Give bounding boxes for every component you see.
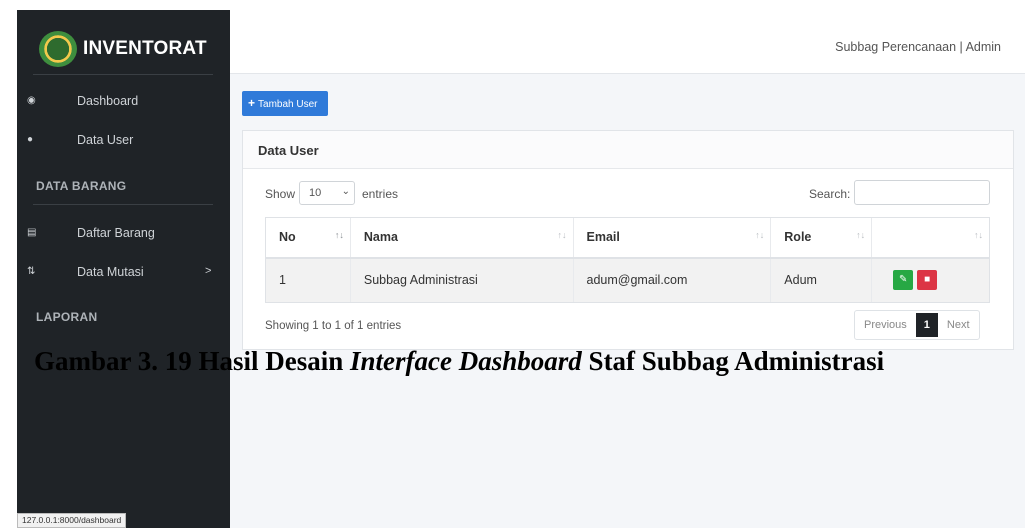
add-user-label: Tambah User: [258, 99, 318, 110]
cell-no: 1: [265, 257, 351, 303]
card-title: Data User: [258, 143, 319, 158]
user-menu[interactable]: Subbag Perencanaan | Admin: [835, 40, 1001, 54]
chevron-down-icon: ⌄: [341, 186, 350, 197]
entries-label: entries: [362, 187, 399, 201]
sidebar-item-label: Data Mutasi: [77, 265, 144, 279]
show-label: Show: [265, 187, 296, 201]
divider: [33, 74, 213, 75]
add-user-button[interactable]: + Tambah User: [242, 91, 328, 116]
divider: [33, 204, 213, 205]
sort-icon: ↑↓: [557, 230, 567, 240]
app-title: INVENTORAT: [83, 38, 207, 59]
figure-caption: Gambar 3. 19 Hasil Desain Interface Dash…: [34, 346, 885, 376]
edit-icon[interactable]: ✎: [893, 270, 914, 291]
sidebar-item-daftar-barang[interactable]: ▤ Daftar Barang: [17, 219, 230, 249]
plus-icon: +: [248, 96, 256, 110]
logo-icon: [39, 31, 77, 67]
pagination: Previous 1 Next: [854, 310, 980, 340]
entries-select[interactable]: 10 ⌄: [299, 181, 355, 205]
topbar: Subbag Perencanaan | Admin: [230, 10, 1025, 74]
dashboard-icon: ◉: [27, 95, 36, 106]
sort-icon: ↑↓: [334, 230, 344, 240]
sidebar-item-label: Dashboard: [77, 94, 139, 108]
delete-icon[interactable]: ■: [917, 270, 938, 291]
entries-select-value: 10: [309, 187, 322, 199]
list-icon: ▤: [27, 227, 37, 238]
status-bar-url: 127.0.0.1:8000/dashboard: [17, 513, 127, 528]
search-label: Search:: [809, 187, 851, 201]
chevron-right-icon: >: [205, 265, 212, 277]
sidebar-item-data-mutasi[interactable]: ⇅ Data Mutasi >: [17, 258, 230, 288]
sort-icon: ↑↓: [755, 230, 765, 240]
section-heading-data-barang: DATA BARANG: [36, 179, 127, 193]
table-row: 1 Subbag Administrasi adum@gmail.com Adu…: [265, 257, 990, 303]
sort-icon: ↑↓: [974, 230, 983, 240]
table-header-row: No ↑↓ Nama ↑↓ Email ↑↓ Role ↑↓ ↑↓: [265, 217, 990, 259]
transfer-icon: ⇅: [27, 266, 36, 277]
sort-icon: ↑↓: [856, 230, 866, 240]
cell-email: adum@gmail.com: [572, 257, 771, 303]
table-info: Showing 1 to 1 of 1 entries: [265, 320, 402, 332]
sidebar-item-data-user[interactable]: ● Data User: [17, 126, 230, 156]
user-icon: ●: [27, 134, 34, 145]
sidebar-item-label: Daftar Barang: [77, 226, 155, 240]
sidebar: INVENTORAT ◉ Dashboard ● Data User DATA …: [17, 10, 230, 528]
cell-actions: ✎ ■: [871, 257, 990, 303]
column-header-actions[interactable]: ↑↓: [871, 217, 990, 259]
column-header-nama[interactable]: Nama ↑↓: [349, 217, 573, 259]
column-header-email[interactable]: Email ↑↓: [572, 217, 771, 259]
column-header-no[interactable]: No ↑↓: [265, 217, 351, 259]
cell-nama: Subbag Administrasi: [349, 257, 573, 303]
user-table: No ↑↓ Nama ↑↓ Email ↑↓ Role ↑↓ ↑↓ 1 Subbag A…: [265, 217, 990, 303]
sidebar-item-label: Data User: [77, 133, 134, 147]
search-input[interactable]: [854, 180, 990, 205]
next-page-button[interactable]: Next: [938, 311, 979, 339]
brand[interactable]: INVENTORAT: [17, 20, 230, 70]
cell-role: Adum: [770, 257, 872, 303]
sidebar-item-dashboard[interactable]: ◉ Dashboard: [17, 87, 230, 117]
section-heading-laporan: LAPORAN: [36, 310, 98, 324]
card-header: Data User: [243, 131, 1013, 169]
page-1-button[interactable]: 1: [915, 313, 938, 337]
column-header-role[interactable]: Role ↑↓: [770, 217, 872, 259]
previous-page-button[interactable]: Previous: [855, 311, 916, 339]
